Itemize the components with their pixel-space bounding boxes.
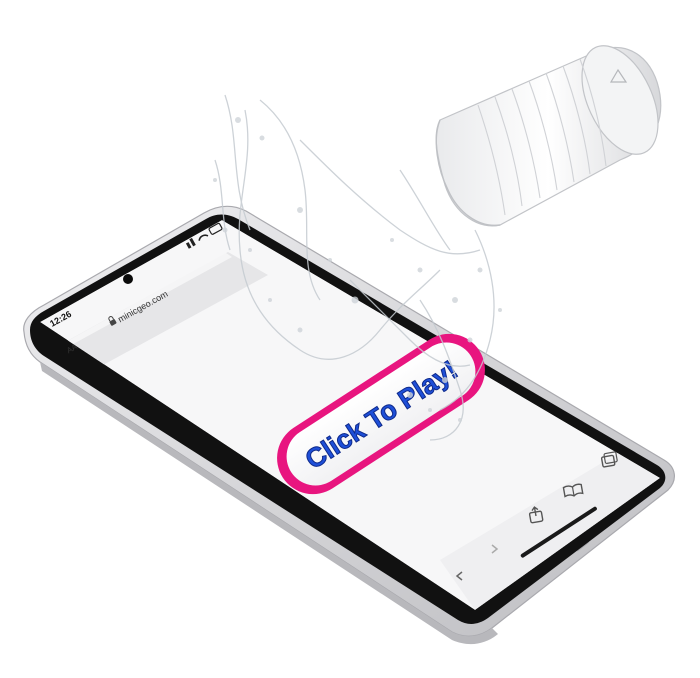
front-camera (123, 274, 133, 284)
phone-water-illustration: 12:26 AA minicgeo.com Click To Play! (23, 45, 675, 645)
product-scene: 12:26 AA minicgeo.com Click To Play! (0, 0, 700, 678)
plastic-cup (435, 45, 662, 227)
